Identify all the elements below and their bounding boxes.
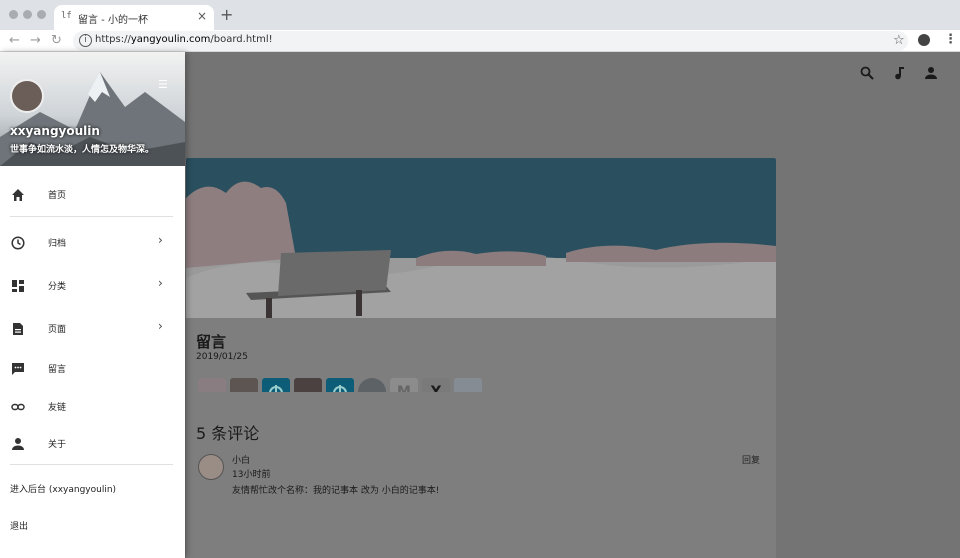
drawer-item-board[interactable]: 留言 [0,353,185,383]
document-icon [11,321,25,335]
clock-icon [11,235,25,250]
star-icon[interactable]: ☆ [893,33,905,48]
divider [10,464,173,465]
drawer-item-label: 关于 [48,440,67,450]
back-icon[interactable]: ← [9,32,20,50]
tab-title: 留言 - 小的一杯 [78,15,148,26]
post-cover-image [186,158,776,318]
profile-icon[interactable] [918,34,930,46]
comment-avatar[interactable] [198,454,224,480]
drawer-item-home[interactable]: 首页 [0,179,185,209]
browser-tab[interactable]: lf 留言 - 小的一杯 × [54,5,214,30]
music-icon[interactable] [892,66,906,84]
drawer-username: xxyangyoulin [10,124,100,138]
admin-link[interactable]: 进入后台 (xxyangyoulin) [10,482,116,495]
browser-toolbar: ← → ↻ i https://yangyoulin.com/board.htm… [0,30,960,52]
chevron-right-icon: › [158,319,163,333]
dashboard-icon [11,278,25,292]
message-icon [11,361,25,375]
post-date: 2019/01/25 [196,352,248,362]
avatar[interactable] [10,79,44,113]
drawer-item-label: 首页 [48,191,67,201]
drawer-item-category[interactable]: 分类 › [0,270,185,300]
comment-author[interactable]: 小白 [232,453,250,466]
browser-tab-bar: lf 留言 - 小的一杯 × + [0,0,960,30]
comments-section: 5 条评论 小白 13小时前 友情帮忙改个名称：我的记事本 改为 小白的记事本!… [186,392,776,558]
drawer-header: ☰ xxyangyoulin 世事争如流水淡，人情怎及物华深。 [0,52,185,166]
divider [10,216,173,217]
drawer-item-label: 友链 [48,403,67,413]
tab-close-icon[interactable]: × [197,9,207,23]
chevron-right-icon: › [158,233,163,247]
reload-icon[interactable]: ↻ [51,32,62,50]
drawer-item-label: 归档 [48,239,67,249]
forward-icon[interactable]: → [30,32,41,50]
comment-time: 13小时前 [232,470,271,480]
home-icon [11,187,25,201]
drawer-item-label: 留言 [48,365,67,375]
person-icon [11,436,25,450]
window-minimize-button[interactable] [23,10,32,19]
chevron-right-icon: › [158,276,163,290]
drawer-item-links[interactable]: 友链 [0,391,185,421]
menu-icon[interactable]: ⋮ [944,32,957,47]
search-icon[interactable] [860,66,874,84]
navigation-drawer: ☰ xxyangyoulin 世事争如流水淡，人情怎及物华深。 首页 归档 › … [0,52,185,558]
post-title: 留言 [196,333,227,351]
drawer-item-label: 页面 [48,325,67,335]
comment-text: 友情帮忙改个名称：我的记事本 改为 小白的记事本! [232,486,440,496]
window-maximize-button[interactable] [37,10,46,19]
drawer-item-archive[interactable]: 归档 › [0,227,185,257]
drawer-item-about[interactable]: 关于 [0,428,185,458]
info-icon[interactable]: i [79,34,92,47]
favicon-icon: lf [61,11,72,21]
url-text[interactable]: https://yangyoulin.com/board.html! [95,34,273,45]
drawer-motto: 世事争如流水淡，人情怎及物华深。 [10,145,155,155]
account-icon[interactable] [924,66,938,84]
comments-count-title: 5 条评论 [196,424,260,443]
menu-lines-icon[interactable]: ☰ [158,78,168,91]
drawer-item-label: 分类 [48,282,67,292]
address-bar[interactable]: i https://yangyoulin.com/board.html! [73,31,908,51]
drawer-item-pages[interactable]: 页面 › [0,313,185,343]
reply-button[interactable]: 回复 [742,453,760,466]
logout-link[interactable]: 退出 [10,519,28,532]
window-close-button[interactable] [9,10,18,19]
new-tab-button[interactable]: + [220,6,233,24]
link-icon [11,399,25,413]
